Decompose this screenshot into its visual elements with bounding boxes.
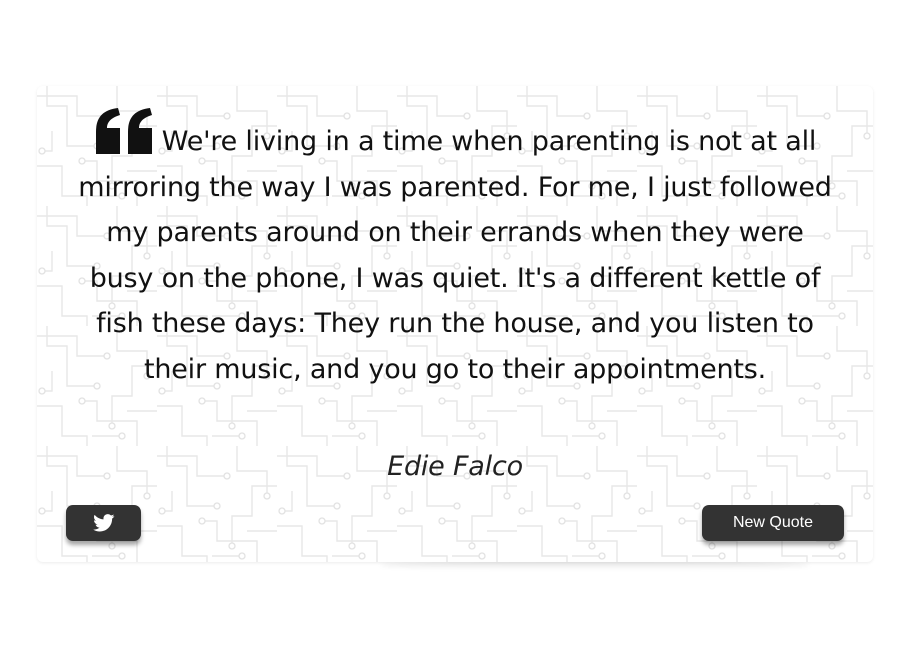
quote-author: Edie Falco	[387, 451, 523, 482]
quote-open-icon	[95, 108, 152, 154]
quote-text: We're living in a time when parenting is…	[78, 126, 832, 385]
twitter-icon	[92, 514, 114, 532]
quote-text-block: We're living in a time when parenting is…	[75, 106, 835, 392]
quote-card: We're living in a time when parenting is…	[37, 86, 873, 562]
page: We're living in a time when parenting is…	[0, 0, 910, 652]
new-quote-button[interactable]: New Quote	[702, 505, 844, 541]
tweet-button[interactable]	[66, 505, 141, 541]
